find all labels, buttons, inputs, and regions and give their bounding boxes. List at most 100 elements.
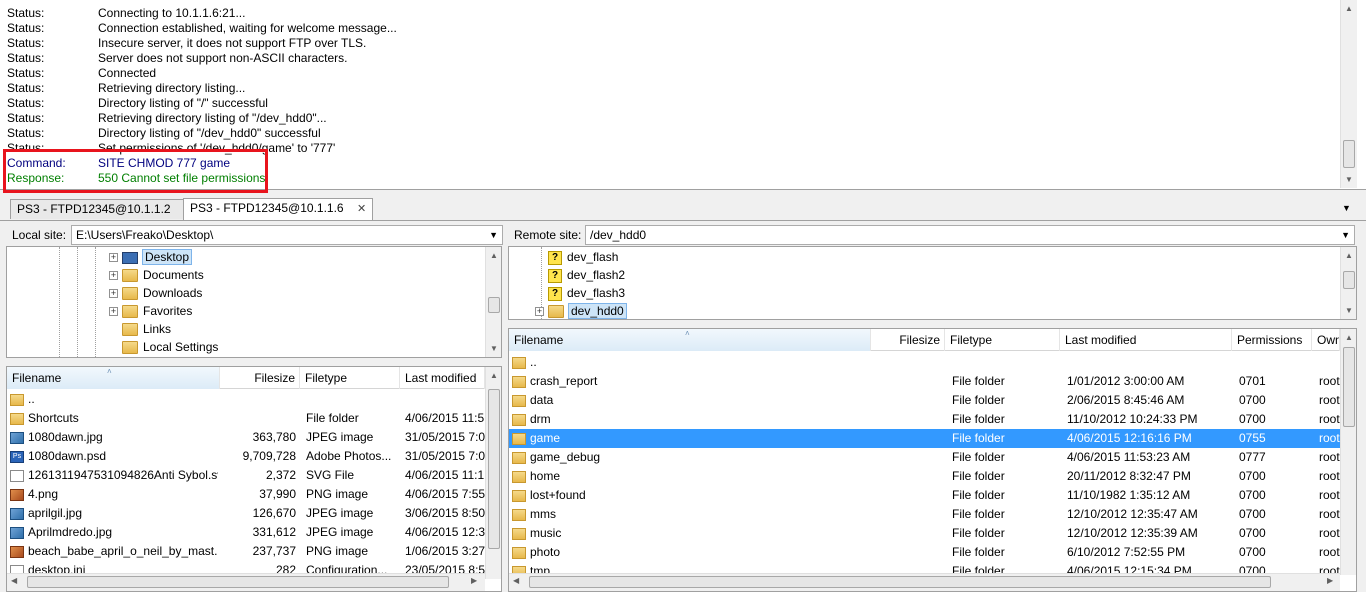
file-modified: 4/06/2015 11:53:23 AM [1067,450,1191,464]
remote-tree-node[interactable]: ? dev_flash2 [535,266,625,284]
file-type: JPEG image [306,506,374,520]
sort-asc-icon: ˄ [107,367,112,376]
remote-file-row[interactable]: photo File folder 6/10/2012 7:52:55 PM 0700… [509,543,1340,562]
tab-connection-2[interactable]: PS3 - FTPD12345@10.1.1.6 ✕ [183,198,374,220]
log-line: Status: Retrieving directory listing of "… [0,111,1330,126]
local-file-row[interactable]: Shortcuts File folder 4/06/2015 11:5 [7,409,485,428]
log-line: Status: Directory listing of "/" successf… [0,96,1330,111]
remote-tree-scrollbar[interactable]: ▲ ▼ [1340,247,1356,319]
file-owner: root [1319,545,1340,559]
scroll-right-icon[interactable]: ▶ [471,576,477,585]
local-tree-node[interactable]: Links [109,320,171,338]
local-file-row[interactable]: beach_babe_april_o_neil_by_mast... 237,73… [7,542,485,561]
tree-label: Local Settings [143,340,219,354]
log-line: Status: Connected [0,66,1330,81]
expand-icon[interactable]: + [109,253,118,263]
column-filetype[interactable]: Filetype [300,367,400,389]
file-name: home [530,469,561,483]
column-filename[interactable]: Filename ˄ [509,329,871,351]
remote-file-row[interactable]: game File folder 4/06/2015 12:16:16 PM 0755… [509,429,1340,448]
scroll-left-icon[interactable]: ◀ [513,576,519,585]
scroll-down-icon[interactable]: ▼ [1341,302,1356,319]
local-tree-node[interactable]: Local Settings [109,338,218,356]
local-file-row[interactable]: 1261311947531094826Anti Sybol.svg 2,372 SV… [7,466,485,485]
local-file-row[interactable]: Ps 1080dawn.psd 9,709,728 Adobe Photos... 31… [7,447,485,466]
scroll-down-icon[interactable]: ▼ [1341,171,1357,188]
column-owner[interactable]: Own [1312,329,1340,351]
column-filetype[interactable]: Filetype [945,329,1060,351]
local-tree-node[interactable]: + Favorites [109,302,192,320]
tree-label: Desktop [141,249,193,265]
column-filesize[interactable]: Filesize [220,367,300,389]
column-last-modified[interactable]: Last modified [400,367,485,389]
file-type: File folder [952,431,1005,445]
local-tree-node[interactable]: + Desktop [109,248,193,266]
chevron-down-icon[interactable]: ▼ [1341,226,1350,244]
tab-connection-1[interactable]: PS3 - FTPD12345@10.1.1.2 ✕ [10,199,201,219]
scroll-thumb[interactable] [1343,347,1355,427]
scroll-up-icon[interactable]: ▲ [1341,247,1356,264]
file-type: SVG File [306,468,355,482]
column-permissions[interactable]: Permissions [1232,329,1312,351]
expand-icon[interactable]: + [535,307,544,317]
local-list-hscrollbar[interactable]: ◀ ▶ [7,573,485,591]
log-scroll-thumb[interactable] [1343,140,1355,168]
scroll-thumb[interactable] [1343,271,1355,289]
file-modified [1067,353,1231,372]
tree-label: Downloads [143,286,203,300]
remote-file-row[interactable]: crash_report File folder 1/01/2012 3:00:00… [509,372,1340,391]
scroll-up-icon[interactable]: ▲ [486,247,501,264]
remote-file-row[interactable]: mms File folder 12/10/2012 12:35:47 AM 0700… [509,505,1340,524]
file-owner: root [1319,450,1340,464]
remote-file-row[interactable]: game_debug File folder 4/06/2015 11:53:23 … [509,448,1340,467]
scroll-thumb[interactable] [488,389,500,549]
scroll-left-icon[interactable]: ◀ [11,576,17,585]
remote-list-scrollbar[interactable]: ▲ [1340,329,1356,575]
local-tree-scrollbar[interactable]: ▲ ▼ [485,247,501,357]
local-path-combo[interactable]: E:\Users\Freako\Desktop\ ▼ [71,225,503,245]
scroll-right-icon[interactable]: ▶ [1327,576,1333,585]
scroll-thumb[interactable] [27,576,449,588]
local-list-scrollbar[interactable]: ▲ [485,367,501,579]
remote-file-row[interactable]: data File folder 2/06/2015 8:45:46 AM 0700 r… [509,391,1340,410]
local-file-row[interactable]: Aprilmdredo.jpg 331,612 JPEG image 4/06/201… [7,523,485,542]
expand-icon[interactable]: + [109,271,118,281]
local-file-row[interactable]: .. [7,390,485,409]
expand-icon[interactable]: + [109,307,118,317]
remote-file-row[interactable]: .. [509,353,1340,372]
img-file-icon [10,431,24,444]
column-filesize[interactable]: Filesize [871,329,945,351]
remote-file-row[interactable]: music File folder 12/10/2012 12:35:39 AM 07… [509,524,1340,543]
expand-icon[interactable]: + [109,289,118,299]
remote-file-row[interactable]: home File folder 20/11/2012 8:32:47 PM 0700… [509,467,1340,486]
folder-icon [512,375,526,388]
remote-file-row[interactable]: lost+found File folder 11/10/1982 1:35:12 … [509,486,1340,505]
scroll-thumb[interactable] [488,297,500,313]
remote-list-hscrollbar[interactable]: ◀ ▶ [509,573,1340,591]
scroll-down-icon[interactable]: ▼ [486,340,501,357]
local-tree-node[interactable]: + Downloads [109,284,202,302]
column-filename[interactable]: Filename ˄ [7,367,220,389]
local-file-row[interactable]: aprilgil.jpg 126,670 JPEG image 3/06/2015 8… [7,504,485,523]
log-scrollbar[interactable]: ▲ ▼ [1340,0,1357,188]
tab-list-dropdown-icon[interactable]: ▼ [1342,203,1351,213]
local-tree-node[interactable]: + Documents [109,266,204,284]
file-name-cell: game [509,429,869,448]
remote-tree-node[interactable]: ? dev_flash [535,248,618,266]
remote-tree-node[interactable]: ? dev_flash3 [535,284,625,302]
scroll-up-icon[interactable]: ▲ [486,367,501,384]
local-file-row[interactable]: 1080dawn.jpg 363,780 JPEG image 31/05/2015 … [7,428,485,447]
remote-path-combo[interactable]: /dev_hdd0 ▼ [585,225,1355,245]
remote-tree-node[interactable]: + dev_hdd0 [535,302,627,319]
chevron-down-icon[interactable]: ▼ [489,226,498,244]
log-label: Status: [7,126,45,140]
local-file-row[interactable]: 4.png 37,990 PNG image 4/06/2015 7:55 [7,485,485,504]
column-last-modified[interactable]: Last modified [1060,329,1232,351]
connection-tabs: PS3 - FTPD12345@10.1.1.2 ✕ PS3 - FTPD123… [0,197,1366,221]
scroll-thumb[interactable] [529,576,1271,588]
remote-file-row[interactable]: drm File folder 11/10/2012 10:24:33 PM 0700… [509,410,1340,429]
scroll-up-icon[interactable]: ▲ [1341,0,1357,17]
scroll-up-icon[interactable]: ▲ [1341,329,1356,346]
close-icon[interactable]: ✕ [357,203,366,215]
file-name: 1080dawn.jpg [28,430,103,444]
